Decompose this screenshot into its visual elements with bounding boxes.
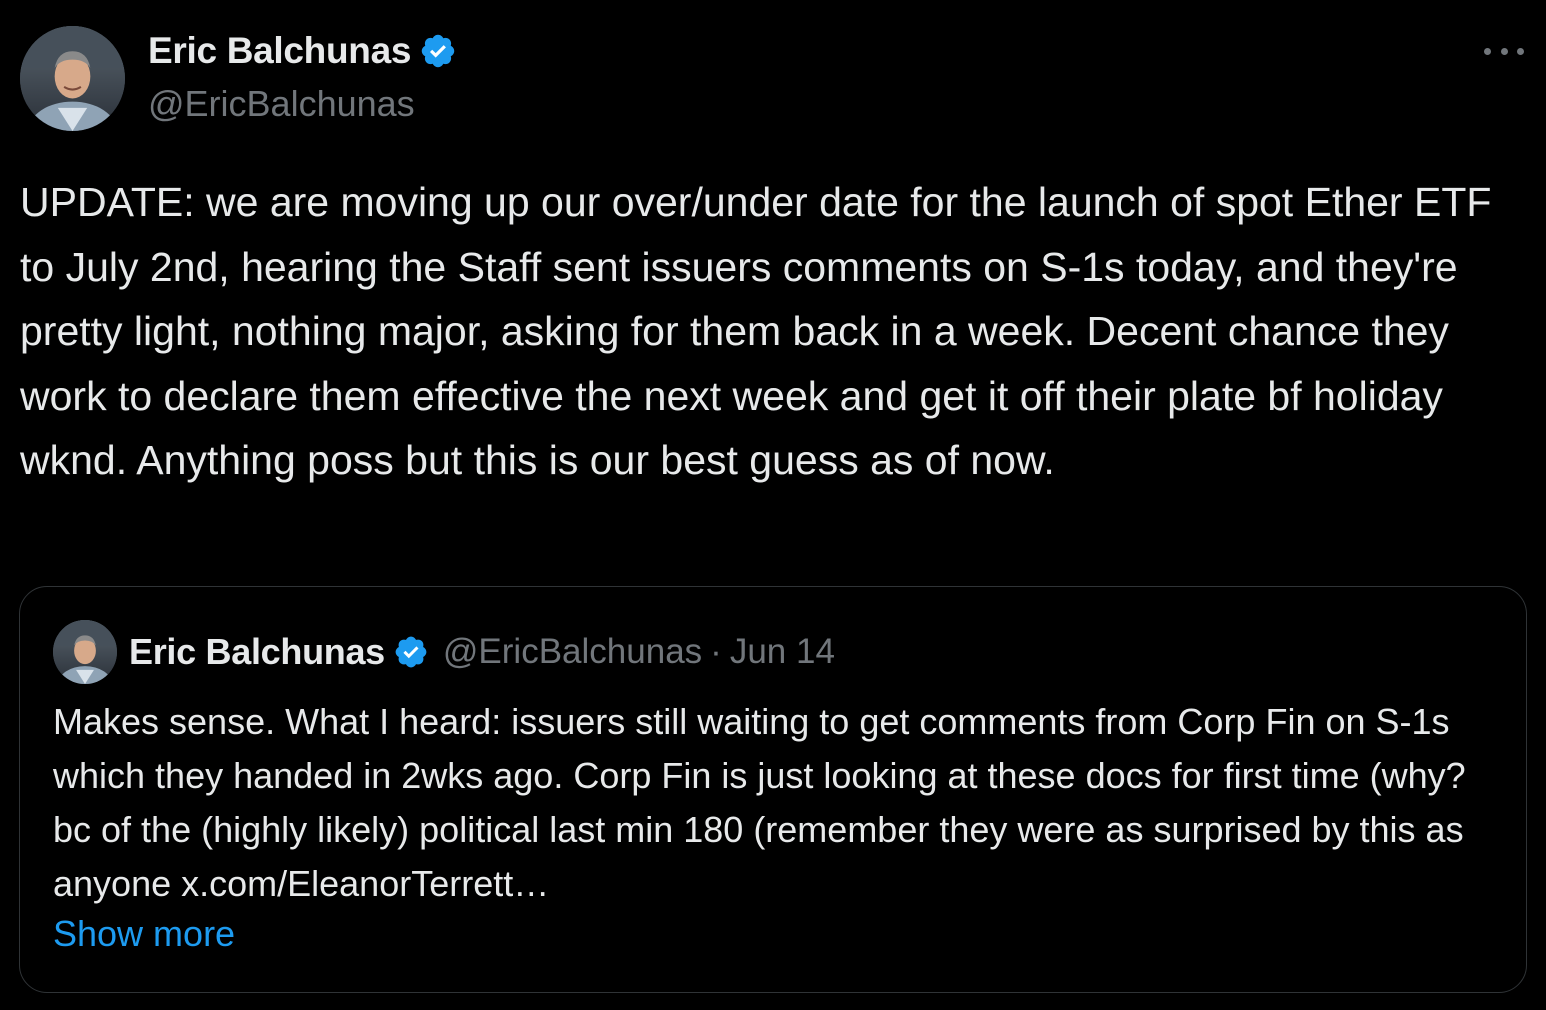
author-handle[interactable]: @EricBalchunas: [148, 83, 415, 125]
more-options-icon[interactable]: [1484, 40, 1524, 62]
tweet: Eric Balchunas @EricBalchunas UPDATE: we…: [0, 0, 1546, 1010]
quoted-tweet-header: Eric Balchunas @EricBalchunas · Jun 14: [129, 629, 835, 675]
quoted-author-display-name[interactable]: Eric Balchunas: [129, 631, 385, 673]
avatar-image: [20, 26, 125, 131]
author-name-row: Eric Balchunas: [148, 28, 457, 74]
quoted-avatar-image: [53, 620, 117, 684]
dot: [1517, 47, 1524, 55]
verified-badge-icon[interactable]: [393, 634, 429, 670]
tweet-text: UPDATE: we are moving up our over/under …: [20, 179, 1492, 483]
dot: [1484, 47, 1491, 55]
quoted-tweet-text: Makes sense. What I heard: issuers still…: [53, 701, 1466, 904]
author-avatar[interactable]: [20, 26, 125, 131]
separator-dot: ·: [710, 632, 722, 671]
show-more-link[interactable]: Show more: [53, 907, 235, 961]
quoted-author-handle[interactable]: @EricBalchunas: [443, 632, 702, 672]
verified-badge-icon[interactable]: [419, 32, 457, 70]
quoted-author-avatar[interactable]: [53, 620, 117, 684]
quoted-tweet-date[interactable]: Jun 14: [730, 632, 835, 672]
author-display-name[interactable]: Eric Balchunas: [148, 30, 411, 72]
quoted-tweet-card[interactable]: Eric Balchunas @EricBalchunas · Jun 14 M…: [19, 586, 1527, 993]
dot: [1500, 47, 1508, 55]
